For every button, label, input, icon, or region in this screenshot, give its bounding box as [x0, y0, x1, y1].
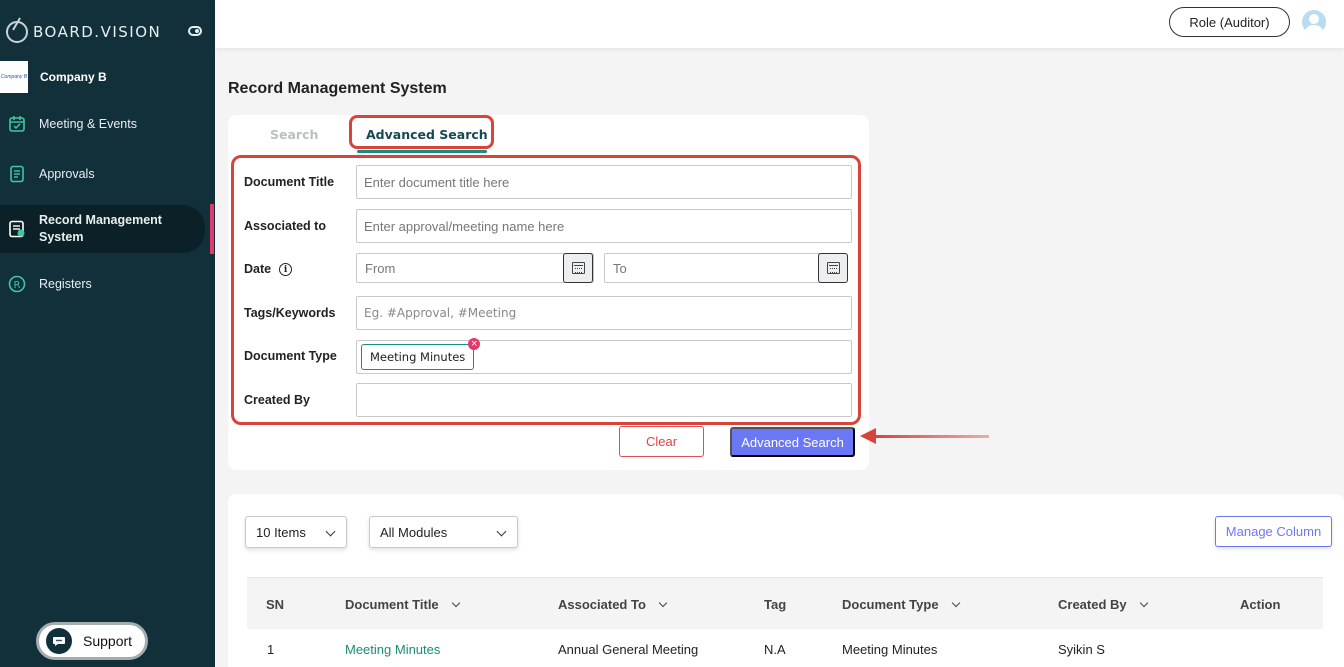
brand-name: BOARD.VISION	[33, 23, 162, 41]
document-title-label: Document Title	[244, 175, 335, 189]
sidebar-item-meeting-events[interactable]: Meeting & Events	[0, 114, 205, 134]
column-header-associated-to[interactable]: Associated To	[558, 597, 668, 612]
arrow-annotation-head	[860, 428, 876, 444]
brand-mark-icon	[6, 21, 28, 43]
active-indicator	[210, 204, 214, 254]
cell-tag: N.A	[764, 642, 786, 657]
top-bar: Role (Auditor)	[215, 0, 1344, 48]
sidebar-toggle-icon[interactable]	[188, 26, 202, 36]
tags-input[interactable]: Eg. #Approval, #Meeting	[356, 296, 852, 330]
document-type-chip: Meeting Minutes ×	[361, 338, 481, 370]
date-from-input[interactable]: From	[356, 253, 594, 283]
arrow-annotation-line	[875, 435, 989, 438]
cell-associated-to: Annual General Meeting	[558, 642, 699, 657]
document-type-input[interactable]: Meeting Minutes ×	[356, 338, 852, 374]
tags-label: Tags/Keywords	[244, 306, 336, 320]
chevron-down-icon	[951, 598, 960, 608]
cell-created-by: Syikin S	[1058, 642, 1105, 657]
tab-active-underline	[357, 150, 487, 153]
calendar-icon	[826, 262, 840, 274]
manage-column-button[interactable]: Manage Column	[1215, 516, 1332, 547]
column-label: Document Title	[345, 597, 439, 612]
date-label-row: Date i	[244, 262, 293, 277]
column-header-document-title[interactable]: Document Title	[345, 597, 460, 612]
page-title: Record Management System	[228, 80, 447, 97]
date-to-calendar-button[interactable]	[818, 253, 848, 283]
tab-search[interactable]: Search	[270, 127, 318, 142]
advanced-search-button[interactable]: Advanced Search	[730, 427, 855, 457]
clear-button[interactable]: Clear	[619, 426, 704, 457]
sidebar-item-label: Approvals	[39, 166, 95, 181]
table-row: 1 Meeting Minutes Annual General Meeting…	[247, 629, 1323, 667]
cell-sn: 1	[267, 642, 275, 657]
calendar-check-icon	[8, 115, 26, 133]
document-type-label: Document Type	[244, 349, 337, 363]
sidebar-item-registers[interactable]: R Registers	[0, 274, 205, 294]
search-panel: Search Advanced Search Document Title En…	[228, 115, 869, 470]
support-button[interactable]: Support	[36, 622, 148, 660]
chevron-down-icon	[1139, 598, 1148, 608]
created-by-input[interactable]	[356, 383, 852, 417]
document-list-icon	[8, 165, 26, 183]
date-to-input[interactable]: To	[604, 253, 842, 283]
module-value: All Modules	[380, 524, 448, 540]
module-select[interactable]: All Modules	[369, 516, 518, 548]
date-from-calendar-button[interactable]	[563, 253, 593, 283]
created-by-label: Created By	[244, 393, 310, 407]
info-icon[interactable]: i	[279, 263, 293, 277]
sidebar-item-label: Record Management System	[39, 213, 162, 244]
svg-text:R: R	[14, 280, 21, 291]
column-label: Document Type	[842, 597, 939, 612]
record-icon	[8, 220, 26, 238]
brand-logo[interactable]: BOARD.VISION	[6, 20, 206, 44]
sidebar-item-label: Meeting & Events	[39, 116, 137, 131]
chevron-down-icon	[451, 598, 460, 608]
column-header-action: Action	[1240, 597, 1280, 612]
remove-chip-icon[interactable]: ×	[468, 338, 481, 350]
sidebar: BOARD.VISION Company B Company B Meeting…	[0, 0, 215, 667]
date-label: Date	[244, 262, 272, 276]
column-header-tag: Tag	[764, 597, 786, 612]
chip-label: Meeting Minutes	[370, 350, 466, 364]
chat-bubble-icon	[46, 628, 72, 654]
company-selector[interactable]: Company B Company B	[0, 60, 215, 94]
column-label: Created By	[1058, 597, 1127, 612]
chevron-down-icon	[325, 526, 336, 537]
items-per-page-value: 10 Items	[256, 524, 306, 540]
chevron-down-icon	[496, 526, 507, 537]
table-header: SN Document Title Associated To Tag Docu…	[247, 577, 1323, 629]
results-panel: 10 Items All Modules Manage Column SN Do…	[228, 494, 1344, 667]
sidebar-item-approvals[interactable]: Approvals	[0, 164, 205, 184]
column-label: Associated To	[558, 597, 646, 612]
items-per-page-select[interactable]: 10 Items	[245, 516, 347, 548]
tab-highlight-annotation	[349, 115, 494, 149]
cell-document-type: Meeting Minutes	[842, 642, 938, 657]
column-header-created-by[interactable]: Created By	[1058, 597, 1148, 612]
column-header-document-type[interactable]: Document Type	[842, 597, 960, 612]
associated-to-label: Associated to	[244, 219, 326, 233]
user-avatar[interactable]	[1302, 10, 1326, 34]
chevron-down-icon	[658, 598, 668, 608]
support-label: Support	[83, 633, 133, 649]
company-name: Company B	[40, 70, 107, 84]
company-logo: Company B	[0, 61, 28, 93]
calendar-icon	[571, 262, 585, 274]
role-button[interactable]: Role (Auditor)	[1169, 7, 1290, 37]
column-header-sn: SN	[266, 597, 284, 612]
column-label: SN	[266, 597, 285, 612]
associated-to-input[interactable]: Enter approval/meeting name here	[356, 209, 852, 243]
column-label: Action	[1240, 597, 1281, 612]
document-title-input[interactable]: Enter document title here	[356, 165, 852, 199]
registered-icon: R	[8, 275, 26, 293]
column-label: Tag	[764, 597, 787, 612]
sidebar-item-label: Registers	[39, 276, 92, 291]
sidebar-item-record-management[interactable]: Record Management System	[0, 205, 205, 253]
cell-document-title-link[interactable]: Meeting Minutes	[345, 642, 440, 657]
